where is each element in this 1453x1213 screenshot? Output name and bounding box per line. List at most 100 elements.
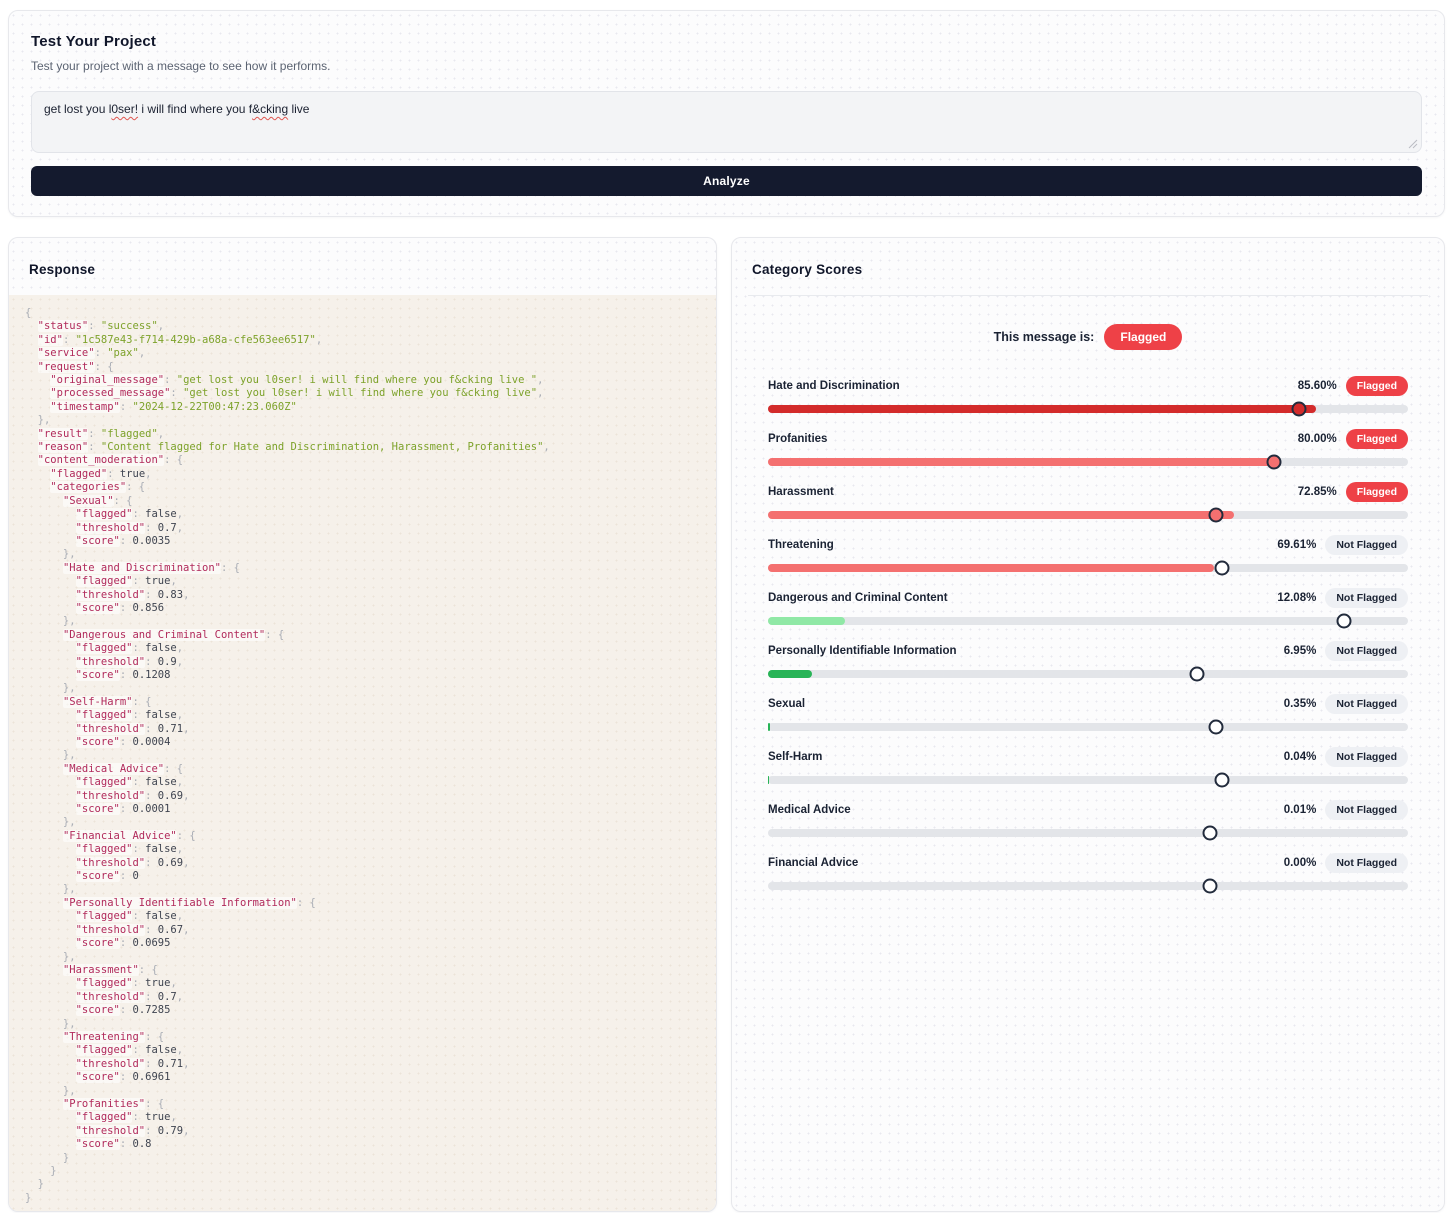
threshold-thumb[interactable] [1208,507,1224,523]
category-flag-badge: Not Flagged [1325,747,1408,767]
category-row: Harassment 72.85% Flagged [768,482,1408,523]
category-row-header: Self-Harm 0.04% Not Flagged [768,747,1408,767]
category-rows: Hate and Discrimination 85.60% Flagged P… [768,376,1408,894]
category-row: Personally Identifiable Information 6.95… [768,641,1408,682]
category-label: Self-Harm [768,751,823,763]
threshold-thumb[interactable] [1291,401,1307,417]
category-flag-badge: Not Flagged [1325,853,1408,873]
category-row-right: 80.00% Flagged [1298,429,1408,449]
resize-handle-icon[interactable] [1408,139,1418,149]
category-scores-title: Category Scores [752,262,863,277]
category-row-right: 69.61% Not Flagged [1277,535,1408,555]
category-score-slider[interactable] [768,507,1408,523]
category-score-slider[interactable] [768,401,1408,417]
threshold-thumb[interactable] [1214,772,1230,788]
category-row-header: Financial Advice 0.00% Not Flagged [768,853,1408,873]
category-score-percent: 0.35% [1283,698,1317,710]
category-row: Profanities 80.00% Flagged [768,429,1408,470]
category-scores-body: This message is: Flagged Hate and Discri… [732,296,1444,906]
category-label: Dangerous and Criminal Content [768,592,948,604]
page-title: Test Your Project [31,33,157,50]
category-row-header: Sexual 0.35% Not Flagged [768,694,1408,714]
category-row-right: 0.01% Not Flagged [1284,800,1408,820]
category-row-right: 6.95% Not Flagged [1284,641,1408,661]
category-score-slider[interactable] [768,772,1408,788]
message-status-label: This message is: [993,330,1095,344]
threshold-thumb[interactable] [1202,825,1218,841]
score-bar-fill [768,458,1280,466]
category-score-percent: 0.04% [1283,751,1317,763]
category-flag-badge: Not Flagged [1325,535,1408,555]
results-section: Response { "status": "success", "id": "1… [8,237,1445,1212]
category-label: Hate and Discrimination [768,380,900,392]
score-bar-fill [768,405,1316,413]
message-input[interactable]: get lost you l0ser! i will find where yo… [31,91,1422,153]
test-project-card: Test Your Project Test your project with… [8,10,1445,217]
message-misspelled-word: 0ser! [111,102,139,116]
category-row-right: 72.85% Flagged [1298,482,1408,502]
threshold-thumb[interactable] [1208,719,1224,735]
category-label: Profanities [768,433,828,445]
score-bar-fill [768,723,771,731]
category-score-slider[interactable] [768,666,1408,682]
category-row: Threatening 69.61% Not Flagged [768,535,1408,576]
message-text-segment: get lost you l [44,102,112,116]
category-label: Sexual [768,698,806,710]
response-panel: Response { "status": "success", "id": "1… [8,237,717,1212]
category-row-right: 0.00% Not Flagged [1284,853,1408,873]
category-row: Hate and Discrimination 85.60% Flagged [768,376,1408,417]
category-row: Dangerous and Criminal Content 12.08% No… [768,588,1408,629]
page-subtitle: Test your project with a message to see … [31,59,331,73]
response-panel-title: Response [29,262,96,277]
message-text-segment: live [288,102,310,116]
category-score-slider[interactable] [768,878,1408,894]
score-bar-fill [768,564,1214,572]
score-bar-fill [768,511,1235,519]
threshold-thumb[interactable] [1266,454,1282,470]
category-score-slider[interactable] [768,825,1408,841]
category-flag-badge: Not Flagged [1325,588,1408,608]
category-score-slider[interactable] [768,613,1408,629]
message-status-line: This message is: Flagged [768,324,1408,350]
category-row-right: 12.08% Not Flagged [1277,588,1408,608]
category-row-header: Medical Advice 0.01% Not Flagged [768,800,1408,820]
category-row-right: 0.35% Not Flagged [1284,694,1408,714]
category-score-percent: 80.00% [1297,433,1337,445]
message-misspelled-word: &cking [252,102,289,116]
threshold-thumb[interactable] [1214,560,1230,576]
category-label: Harassment [768,486,834,498]
category-label: Financial Advice [768,857,859,869]
message-status-badge: Flagged [1104,324,1183,350]
threshold-thumb[interactable] [1336,613,1352,629]
category-score-percent: 0.00% [1283,857,1317,869]
category-flag-badge: Not Flagged [1325,641,1408,661]
category-row: Self-Harm 0.04% Not Flagged [768,747,1408,788]
category-score-slider[interactable] [768,719,1408,735]
analyze-button[interactable]: Analyze [31,166,1422,196]
category-score-percent: 69.61% [1277,539,1317,551]
category-row: Financial Advice 0.00% Not Flagged [768,853,1408,894]
category-score-slider[interactable] [768,560,1408,576]
category-score-percent: 12.08% [1277,592,1317,604]
category-row: Medical Advice 0.01% Not Flagged [768,800,1408,841]
category-score-percent: 72.85% [1297,486,1337,498]
category-score-percent: 6.95% [1283,645,1317,657]
category-score-slider[interactable] [768,454,1408,470]
category-score-percent: 85.60% [1297,380,1337,392]
category-label: Medical Advice [768,804,851,816]
score-bar-fill [768,670,813,678]
category-label: Threatening [768,539,834,551]
score-bar-fill [768,617,846,625]
category-scores-panel: Category Scores This message is: Flagged… [731,237,1445,1212]
category-row-header: Profanities 80.00% Flagged [768,429,1408,449]
response-json-viewer: { "status": "success", "id": "1c587e43-f… [9,295,716,1211]
category-score-percent: 0.01% [1283,804,1317,816]
category-row-header: Threatening 69.61% Not Flagged [768,535,1408,555]
category-row-right: 85.60% Flagged [1298,376,1408,396]
category-flag-badge: Not Flagged [1325,694,1408,714]
threshold-thumb[interactable] [1189,666,1205,682]
threshold-thumb[interactable] [1202,878,1218,894]
category-row-header: Dangerous and Criminal Content 12.08% No… [768,588,1408,608]
category-flag-badge: Not Flagged [1325,800,1408,820]
category-row-header: Personally Identifiable Information 6.95… [768,641,1408,661]
